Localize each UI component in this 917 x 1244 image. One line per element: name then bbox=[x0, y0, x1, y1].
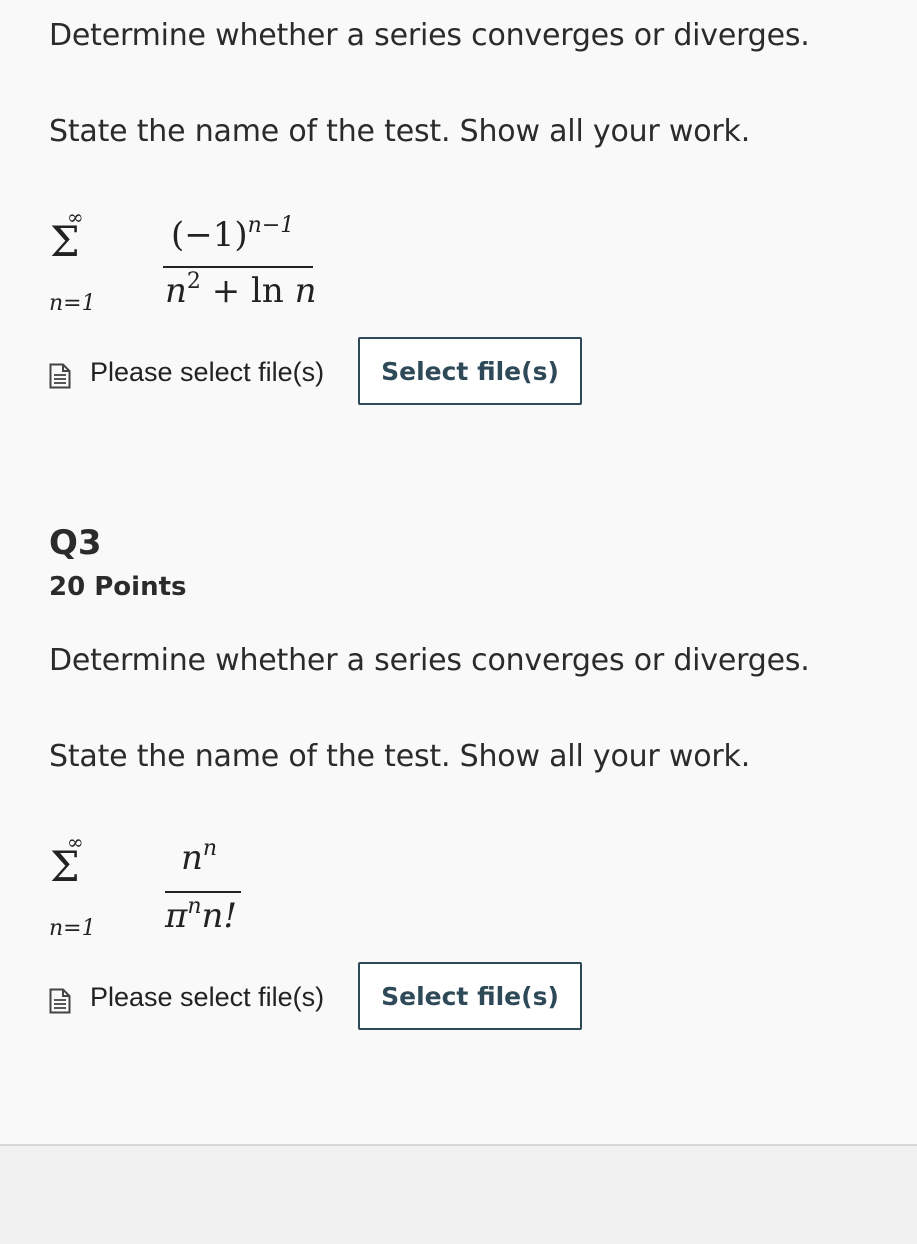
fraction-denominator: πnn! bbox=[165, 894, 238, 936]
file-document-icon bbox=[49, 988, 71, 1014]
q2-series-formula: ∞ Σ n=1 (−1)n−1 n2 + ln n bbox=[49, 206, 317, 324]
q3-prompt-line2: State the name of the test. Show all you… bbox=[49, 739, 751, 774]
q2-prompt-line1: Determine whether a series converges or … bbox=[49, 18, 810, 53]
fraction-numerator: nn bbox=[181, 836, 218, 878]
q3-prompt-line1: Determine whether a series converges or … bbox=[49, 643, 810, 678]
question-title: Q3 bbox=[49, 523, 102, 563]
q2-prompt-line2: State the name of the test. Show all you… bbox=[49, 114, 751, 149]
fraction-bar bbox=[163, 266, 313, 268]
select-files-button[interactable]: Select file(s) bbox=[358, 337, 582, 405]
sum-lower-limit: n=1 bbox=[49, 291, 96, 316]
select-files-button[interactable]: Select file(s) bbox=[358, 962, 582, 1030]
file-status-label: Please select file(s) bbox=[90, 357, 325, 387]
page-footer bbox=[0, 1146, 917, 1244]
file-status-label: Please select file(s) bbox=[90, 982, 325, 1012]
fraction-denominator: n2 + ln n bbox=[165, 269, 317, 311]
sigma-symbol: Σ bbox=[50, 842, 80, 891]
sigma-symbol: Σ bbox=[50, 217, 80, 266]
fraction-numerator: (−1)n−1 bbox=[171, 213, 295, 255]
file-document-icon bbox=[49, 363, 71, 389]
question-points: 20 Points bbox=[49, 572, 187, 602]
q3-series-formula: ∞ Σ n=1 nn πnn! bbox=[49, 831, 249, 949]
sum-lower-limit: n=1 bbox=[49, 916, 96, 941]
fraction-bar bbox=[165, 891, 241, 893]
